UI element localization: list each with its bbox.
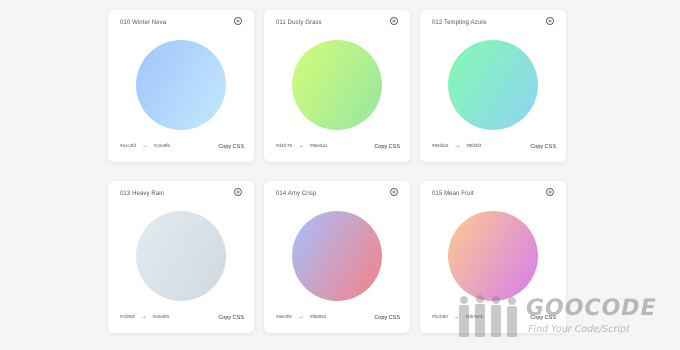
gradient-preview (292, 40, 382, 130)
card-title: 011 Dusty Grass (276, 20, 322, 26)
card-title: 014 Amy Crisp (276, 191, 317, 197)
gradient-card: 012 Tempting Azure #84fab0 → #8fd3f4 Copy … (420, 10, 566, 162)
gradient-preview (448, 211, 538, 301)
watermark: GOOCODE Find Your Code/Script (456, 294, 676, 344)
card-title: 015 Mean Fruit (432, 191, 474, 197)
color-from: #d4fc79 (276, 143, 293, 148)
color-codes: #cfd9df → #e2ebf0 (120, 314, 169, 320)
gradient-card: 010 Winter Neva #a1c4fd → #c2e9fb Copy CSS (108, 10, 254, 162)
color-to: #c2e9fb (154, 143, 171, 148)
copy-css-button[interactable]: Copy CSS (530, 144, 556, 150)
color-codes: #a6c0fe → #f68084 (276, 314, 326, 320)
arrow-icon: → (298, 314, 305, 320)
copy-css-button[interactable]: Copy CSS (374, 144, 400, 150)
color-to: #8fd3f4 (466, 143, 482, 148)
card-title: 013 Heavy Rain (120, 191, 165, 197)
arrow-icon: → (298, 143, 305, 149)
gradient-card: 011 Dusty Grass #d4fc79 → #96e6a1 Copy CSS (264, 10, 410, 162)
color-to: #e2ebf0 (152, 314, 170, 319)
color-to: #f68084 (310, 314, 327, 319)
arrow-icon: → (142, 143, 149, 149)
color-from: #84fab0 (432, 143, 449, 148)
gradient-preview (292, 211, 382, 301)
color-codes: #a1c4fd → #c2e9fb (120, 143, 170, 149)
card-title: 010 Winter Neva (120, 20, 167, 26)
add-icon[interactable] (390, 17, 398, 25)
arrow-icon: → (140, 314, 147, 320)
color-codes: #84fab0 → #8fd3f4 (432, 143, 481, 149)
gradient-card: 014 Amy Crisp #a6c0fe → #f68084 Copy CSS (264, 181, 410, 333)
card-title: 012 Tempting Azure (432, 20, 487, 26)
gradient-preview (448, 40, 538, 130)
watermark-title: GOOCODE (526, 296, 657, 321)
gradient-preview (136, 40, 226, 130)
add-icon[interactable] (234, 188, 242, 196)
watermark-logo-icon (459, 295, 517, 337)
color-to: #96e6a1 (310, 143, 328, 148)
add-icon[interactable] (546, 188, 554, 196)
color-from: #fccb90 (432, 314, 448, 319)
gradient-card: 013 Heavy Rain #cfd9df → #e2ebf0 Copy CSS (108, 181, 254, 333)
copy-css-button[interactable]: Copy CSS (374, 315, 400, 321)
arrow-icon: → (454, 143, 461, 149)
add-icon[interactable] (234, 17, 242, 25)
add-icon[interactable] (546, 17, 554, 25)
copy-css-button[interactable]: Copy CSS (218, 315, 244, 321)
copy-css-button[interactable]: Copy CSS (218, 144, 244, 150)
add-icon[interactable] (390, 188, 398, 196)
color-from: #cfd9df (120, 314, 135, 319)
color-from: #a6c0fe (276, 314, 293, 319)
color-from: #a1c4fd (120, 143, 137, 148)
gradient-preview (136, 211, 226, 301)
color-codes: #d4fc79 → #96e6a1 (276, 143, 328, 149)
watermark-subtitle: Find Your Code/Script (528, 324, 630, 335)
